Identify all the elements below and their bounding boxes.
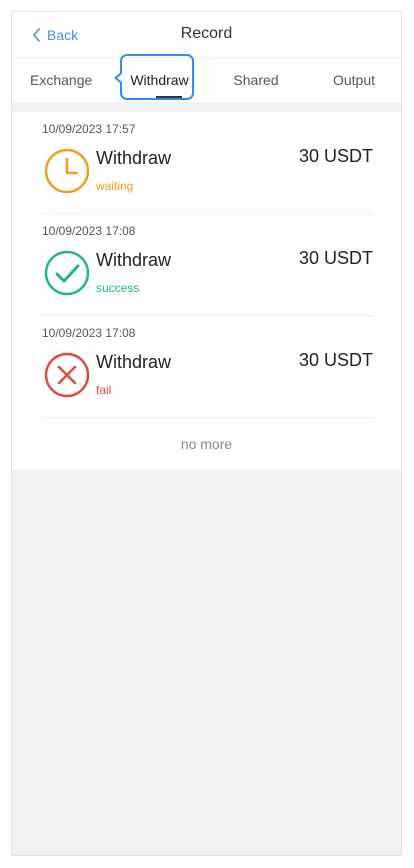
record-amount: 30 USDT (298, 248, 373, 268)
tab-output[interactable]: Output (330, 58, 378, 102)
list-item[interactable]: 10/09/2023 17:08 Withdraw fail 30 USDT (42, 316, 373, 418)
divider (12, 102, 401, 112)
record-type: Withdraw (96, 250, 172, 270)
tab-bar: Exchange Withdraw Shared Output (12, 58, 401, 102)
clock-icon (44, 148, 90, 194)
record-date: 10/09/2023 17:08 (42, 224, 136, 238)
app-screen: Back Record Exchange Withdraw Shared Out… (11, 11, 402, 856)
tab-shared[interactable]: Shared (227, 58, 285, 102)
record-date: 10/09/2023 17:57 (42, 122, 136, 136)
active-tab-indicator (156, 96, 182, 98)
record-type: Withdraw (96, 148, 172, 168)
list-item[interactable]: 10/09/2023 17:08 Withdraw success 30 USD… (42, 214, 373, 316)
check-circle-icon (44, 250, 90, 296)
record-amount: 30 USDT (298, 146, 373, 166)
record-list: 10/09/2023 17:57 Withdraw waiting 30 USD… (12, 112, 401, 469)
record-amount: 30 USDT (298, 350, 373, 370)
navbar: Back Record (12, 12, 401, 58)
tab-exchange[interactable]: Exchange (30, 58, 92, 102)
list-item[interactable]: 10/09/2023 17:57 Withdraw waiting 30 USD… (42, 112, 373, 214)
record-status: fail (96, 383, 112, 397)
list-end-text: no more (180, 436, 233, 452)
record-status: success (96, 281, 140, 295)
page-title: Record (180, 25, 233, 42)
record-type: Withdraw (96, 352, 172, 372)
x-circle-icon (44, 352, 90, 398)
record-date: 10/09/2023 17:08 (42, 326, 136, 340)
record-status: waiting (96, 179, 134, 193)
